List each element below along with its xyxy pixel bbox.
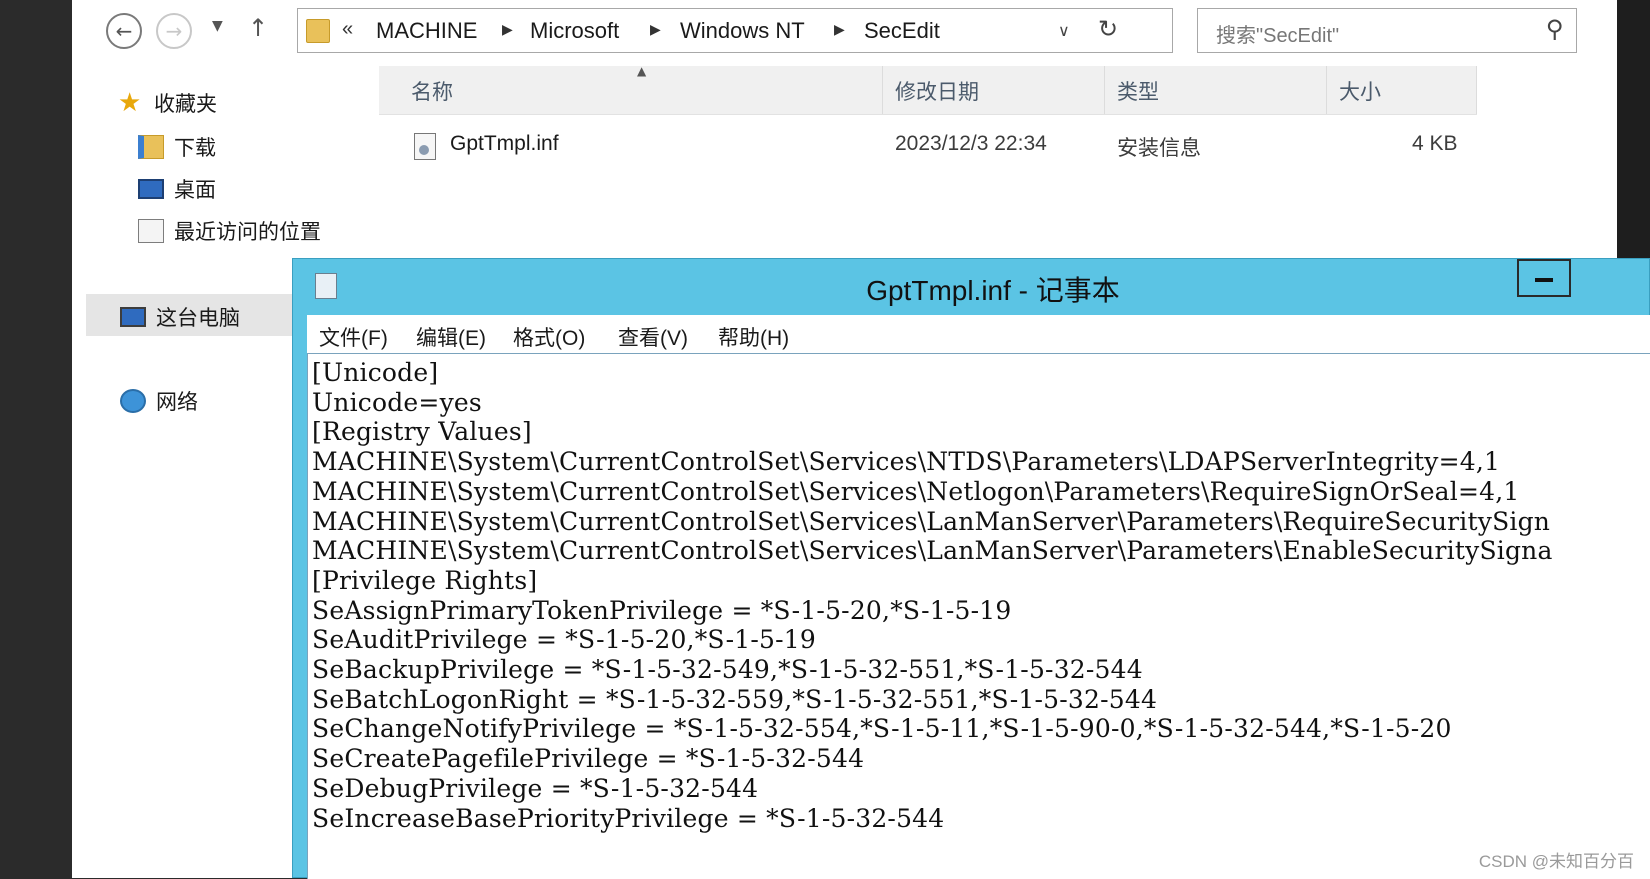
text-line: SeChangeNotifyPrivilege = *S-1-5-32-554,… (312, 714, 1452, 744)
text-line: SeBackupPrivilege = *S-1-5-32-549,*S-1-5… (312, 655, 1143, 685)
recent-locations-dropdown-icon[interactable]: ▼ (212, 18, 223, 34)
nav-label: 下载 (174, 137, 216, 160)
nav-label: 网络 (156, 391, 198, 414)
recent-places-icon (138, 219, 164, 243)
downloads-folder-icon (138, 135, 164, 159)
breadcrumb-windows-nt[interactable]: Windows NT (680, 18, 805, 44)
chevron-down-icon[interactable]: ∨ (1058, 21, 1070, 40)
nav-label: 最近访问的位置 (174, 221, 321, 244)
notepad-titlebar[interactable]: GptTmpl.inf - 记事本 (293, 259, 1649, 315)
menu-help[interactable]: 帮助(H) (718, 322, 789, 352)
column-divider[interactable] (1476, 66, 1477, 114)
back-button[interactable]: ← (106, 13, 142, 49)
nav-item-recent-places[interactable]: 最近访问的位置 (138, 216, 321, 246)
breadcrumb-overflow[interactable]: « (342, 18, 353, 41)
forward-button[interactable]: → (156, 13, 192, 49)
watermark: CSDN @未知百分百 (1478, 852, 1634, 871)
inf-file-icon (414, 133, 436, 160)
column-header-type[interactable]: 类型 (1117, 76, 1159, 106)
file-modified: 2023/12/3 22:34 (895, 132, 1047, 155)
file-list-header: ▲ 名称 修改日期 类型 大小 (379, 64, 1477, 115)
nav-item-network[interactable]: 网络 (120, 386, 198, 416)
up-arrow-icon[interactable]: ↑ (248, 14, 268, 42)
search-input[interactable]: 搜索"SecEdit" ⚲ (1197, 8, 1577, 53)
text-line: [Privilege Rights] (312, 565, 538, 595)
breadcrumb-secedit[interactable]: SecEdit (864, 18, 940, 44)
text-line: MACHINE\System\CurrentControlSet\Service… (312, 506, 1551, 536)
minimize-button[interactable] (1517, 259, 1571, 297)
menu-edit[interactable]: 编辑(E) (416, 322, 486, 352)
file-name[interactable]: GptTmpl.inf (450, 132, 559, 156)
computer-icon (120, 307, 146, 327)
text-line: MACHINE\System\CurrentControlSet\Service… (312, 447, 1501, 477)
text-line: SeIncreaseBasePriorityPrivilege = *S-1-5… (312, 803, 945, 833)
notepad-window: GptTmpl.inf - 记事本 文件(F) 编辑(E) 格式(O) 查看(V… (292, 258, 1650, 879)
nav-item-desktop[interactable]: 桌面 (138, 174, 216, 204)
nav-label: 收藏夹 (154, 93, 217, 116)
menu-bar: 文件(F) 编辑(E) 格式(O) 查看(V) 帮助(H) (307, 315, 1650, 353)
column-header-name[interactable]: 名称 (411, 76, 453, 106)
text-line: [Unicode] (312, 358, 439, 387)
menu-format[interactable]: 格式(O) (513, 322, 585, 352)
column-divider[interactable] (1326, 66, 1327, 114)
text-line: [Registry Values] (312, 417, 532, 447)
star-icon: ★ (118, 88, 142, 118)
desktop-icon (138, 179, 164, 199)
breadcrumb-microsoft[interactable]: Microsoft (530, 18, 619, 44)
text-line: MACHINE\System\CurrentControlSet\Service… (312, 476, 1520, 506)
breadcrumb-machine[interactable]: MACHINE (376, 18, 477, 44)
text-line: SeAuditPrivilege = *S-1-5-20,*S-1-5-19 (312, 625, 816, 655)
chevron-right-icon[interactable]: ▶ (834, 22, 845, 38)
text-line: SeBatchLogonRight = *S-1-5-32-559,*S-1-5… (312, 684, 1158, 714)
nav-label: 这台电脑 (156, 307, 240, 330)
column-header-size[interactable]: 大小 (1339, 76, 1381, 106)
text-line: SeAssignPrimaryTokenPrivilege = *S-1-5-2… (312, 595, 1012, 625)
search-placeholder: 搜索"SecEdit" (1216, 25, 1340, 47)
menu-file[interactable]: 文件(F) (319, 322, 388, 352)
column-divider[interactable] (1104, 66, 1105, 114)
text-editor[interactable]: [Unicode] Unicode=yes [Registry Values] … (307, 353, 1650, 879)
menu-view[interactable]: 查看(V) (618, 322, 688, 352)
folder-icon (306, 19, 330, 43)
chevron-right-icon[interactable]: ▶ (502, 22, 513, 38)
file-size: 4 KB (1412, 132, 1458, 155)
search-icon[interactable]: ⚲ (1546, 15, 1564, 43)
network-globe-icon (120, 389, 146, 413)
column-header-modified[interactable]: 修改日期 (895, 76, 979, 106)
text-line: SeCreatePagefilePrivilege = *S-1-5-32-54… (312, 744, 865, 774)
editor-content: [Unicode] Unicode=yes [Registry Values] … (308, 354, 1650, 833)
text-line: MACHINE\System\CurrentControlSet\Service… (312, 536, 1553, 566)
file-type: 安装信息 (1117, 137, 1201, 160)
sort-ascending-icon: ▲ (637, 64, 647, 78)
nav-item-downloads[interactable]: 下载 (138, 132, 216, 162)
column-divider[interactable] (882, 66, 883, 114)
chevron-right-icon[interactable]: ▶ (650, 22, 661, 38)
text-line: Unicode=yes (312, 387, 482, 417)
nav-label: 桌面 (174, 179, 216, 202)
window-title: GptTmpl.inf - 记事本 (866, 275, 1120, 306)
address-bar[interactable]: « MACHINE ▶ Microsoft ▶ Windows NT ▶ Sec… (297, 8, 1173, 53)
text-line: SeDebugPrivilege = *S-1-5-32-544 (312, 773, 759, 803)
refresh-icon[interactable]: ↻ (1098, 15, 1118, 43)
minimize-icon (1535, 278, 1553, 282)
nav-item-this-pc[interactable]: 这台电脑 (120, 302, 240, 332)
nav-item-favorites[interactable]: ★ 收藏夹 (118, 88, 217, 118)
